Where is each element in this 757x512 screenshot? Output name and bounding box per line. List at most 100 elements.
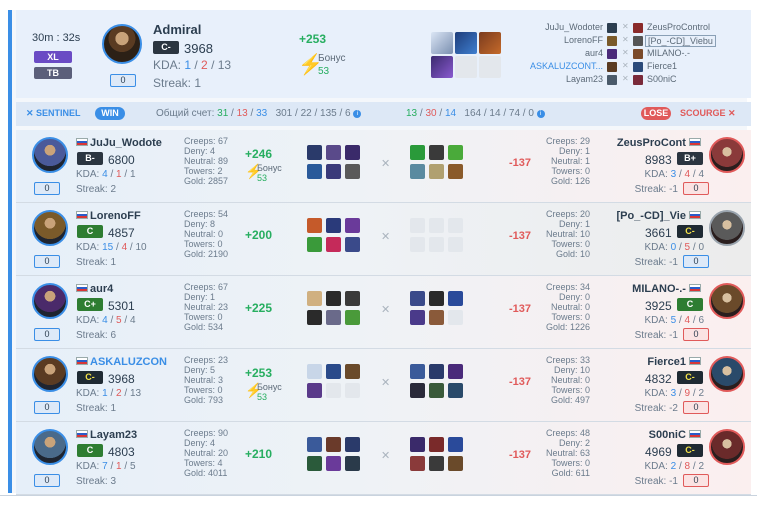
item-icon[interactable]: [326, 218, 341, 233]
item-icon[interactable]: [326, 291, 341, 306]
item-icon[interactable]: [429, 383, 444, 398]
item-icon[interactable]: [448, 291, 463, 306]
opponent-name[interactable]: S00niC: [610, 429, 703, 441]
opponent-streak: Streak: -2: [634, 403, 678, 414]
matchup-left-name[interactable]: ASKALUZCONT...: [530, 61, 603, 71]
info-icon[interactable]: i: [536, 110, 545, 118]
hero-portrait[interactable]: [102, 24, 142, 64]
item-icon[interactable]: [429, 291, 444, 306]
opponent-hero-portrait[interactable]: [709, 210, 745, 246]
item-icon[interactable]: [429, 456, 444, 471]
opponent-name[interactable]: [Po_-CD]_Vie: [610, 210, 703, 222]
item-icon[interactable]: [326, 383, 341, 398]
hero-portrait[interactable]: [32, 283, 68, 319]
item-icon[interactable]: [345, 237, 360, 252]
item-icon[interactable]: [307, 218, 322, 233]
item-icon[interactable]: [345, 437, 360, 452]
item-icon[interactable]: [307, 456, 322, 471]
opponent-count-box: 0: [683, 474, 709, 487]
player-name[interactable]: aur4: [76, 283, 188, 295]
opponent-name[interactable]: Fierce1: [610, 356, 703, 368]
matchup-right-name[interactable]: ZeusProControl: [647, 22, 710, 32]
item-icon[interactable]: [410, 145, 425, 160]
item-icon[interactable]: [448, 364, 463, 379]
item-icon[interactable]: [345, 145, 360, 160]
item-icon[interactable]: [307, 237, 322, 252]
opponent-name[interactable]: MILANO-.-: [610, 283, 703, 295]
hero-portrait[interactable]: [32, 137, 68, 173]
item-icon[interactable]: [429, 437, 444, 452]
item-icon[interactable]: [345, 310, 360, 325]
item-icon[interactable]: [410, 310, 425, 325]
matchup-right-name[interactable]: MILANO-.-: [647, 48, 690, 58]
item-icon[interactable]: [455, 32, 477, 54]
item-icon[interactable]: [410, 456, 425, 471]
item-icon[interactable]: [326, 164, 341, 179]
item-icon[interactable]: [307, 364, 322, 379]
player-name[interactable]: LorenoFF: [76, 210, 188, 222]
item-icon[interactable]: [410, 364, 425, 379]
hero-portrait[interactable]: [32, 210, 68, 246]
item-icon[interactable]: [326, 437, 341, 452]
item-icon[interactable]: [429, 364, 444, 379]
matchup-right-name[interactable]: S00niC: [647, 74, 677, 84]
info-icon[interactable]: i: [353, 110, 362, 118]
player-stats: Creeps: 54 Deny: 8 Neutral: 0 Towers: 0 Gold…: [184, 209, 229, 259]
item-icon[interactable]: [429, 164, 444, 179]
item-icon[interactable]: [307, 383, 322, 398]
item-icon[interactable]: [410, 164, 425, 179]
item-icon[interactable]: [448, 437, 463, 452]
item-icon[interactable]: [429, 145, 444, 160]
item-icon[interactable]: [431, 56, 453, 78]
item-icon[interactable]: [345, 291, 360, 306]
item-icon[interactable]: [326, 237, 341, 252]
matchup-right-name[interactable]: [Po_-CD]_Viebu: [645, 35, 716, 47]
item-icon[interactable]: [326, 145, 341, 160]
item-icon[interactable]: [326, 310, 341, 325]
item-icon[interactable]: [429, 310, 444, 325]
opponent-hero-portrait[interactable]: [709, 429, 745, 465]
rating-delta: +246: [245, 147, 273, 161]
item-icon[interactable]: [448, 164, 463, 179]
streak: Streak: 1: [76, 257, 117, 268]
matchup-left-name[interactable]: aur4: [585, 48, 603, 58]
kda: KDA: 4 / 1 / 1: [76, 169, 136, 180]
item-icon[interactable]: [307, 145, 322, 160]
item-icon[interactable]: [307, 437, 322, 452]
opponent-hero-portrait[interactable]: [709, 283, 745, 319]
opponent-kda: KDA: 5 / 4 / 6: [644, 315, 705, 326]
matchup-left-name[interactable]: LorenoFF: [564, 35, 603, 45]
item-icon[interactable]: [479, 32, 501, 54]
opponent-name[interactable]: ZeusProCont: [610, 137, 703, 149]
item-icon[interactable]: [326, 364, 341, 379]
player-name[interactable]: Layam23: [76, 429, 188, 441]
item-icon[interactable]: [410, 291, 425, 306]
scourge-label: SCOURGE ✕: [680, 108, 736, 118]
item-icon[interactable]: [345, 364, 360, 379]
item-icon[interactable]: [448, 456, 463, 471]
hero-portrait[interactable]: [32, 429, 68, 465]
item-icon[interactable]: [345, 383, 360, 398]
item-icon[interactable]: [410, 383, 425, 398]
matchup-right-name[interactable]: Fierce1: [647, 61, 677, 71]
matchup-left-name[interactable]: Layam23: [566, 74, 603, 84]
matchup-left-name[interactable]: JuJu_Wodoter: [545, 22, 603, 32]
item-icon[interactable]: [448, 145, 463, 160]
item-icon[interactable]: [431, 32, 453, 54]
opponent-hero-portrait[interactable]: [709, 356, 745, 392]
opponent-hero-portrait[interactable]: [709, 137, 745, 173]
hero-portrait[interactable]: [32, 356, 68, 392]
item-icon[interactable]: [307, 164, 322, 179]
item-icon[interactable]: [410, 437, 425, 452]
item-icon[interactable]: [448, 383, 463, 398]
item-icon[interactable]: [307, 291, 322, 306]
item-icon[interactable]: [345, 218, 360, 233]
player-name[interactable]: ASKALUZCON: [76, 356, 188, 368]
item-icon[interactable]: [345, 164, 360, 179]
item-icon[interactable]: [326, 456, 341, 471]
player-name[interactable]: Admiral: [153, 22, 201, 37]
player-name[interactable]: JuJu_Wodote: [76, 137, 188, 149]
item-icon[interactable]: [307, 310, 322, 325]
item-icon[interactable]: [345, 456, 360, 471]
rating-delta: +200: [245, 228, 273, 242]
